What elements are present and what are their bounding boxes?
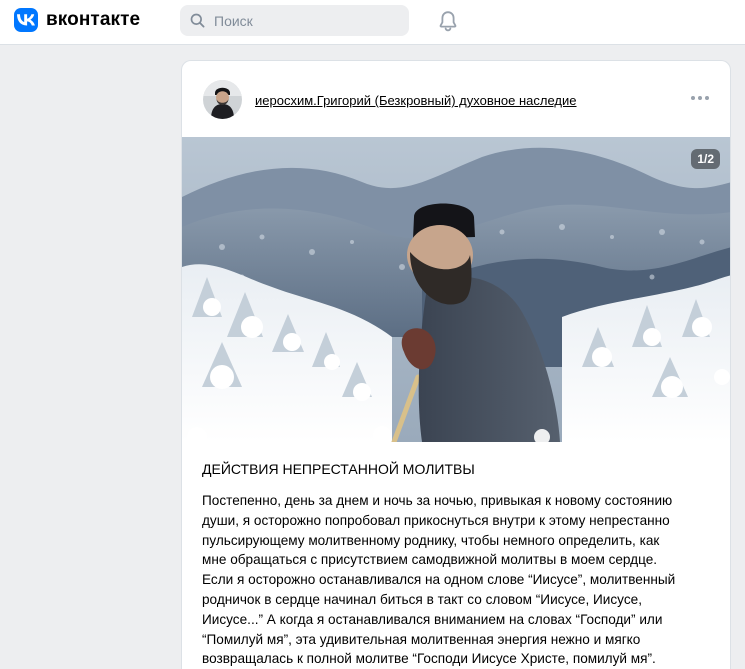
post-text-line: возвращалась к полной молитве “Господи И…: [202, 651, 656, 667]
post-header: иеросхим.Григорий (Безкровный) духовное …: [182, 61, 730, 137]
post-photo[interactable]: 1/2: [182, 137, 730, 442]
post-title: ДЕЙСТВИЯ НЕПРЕСТАННОЙ МОЛИТВЫ: [202, 461, 475, 477]
vk-logo-text: вконтакте: [46, 9, 141, 30]
post-content: ДЕЙСТВИЯ НЕПРЕСТАННОЙ МОЛИТВЫ Постепенно…: [202, 459, 716, 669]
post-author-link[interactable]: иеросхим.Григорий (Безкровный) духовное …: [255, 93, 577, 108]
avatar[interactable]: [203, 80, 242, 119]
vk-logo[interactable]: вконтакте: [14, 8, 140, 32]
post-card: иеросхим.Григорий (Безкровный) духовное …: [181, 60, 731, 669]
post-text-line: “Помилуй мя”, эта удивительная молитвенн…: [202, 631, 641, 647]
bell-icon[interactable]: [436, 9, 460, 33]
post-text-line: мне обращаться с присутствием самодвижно…: [202, 552, 658, 568]
search-input[interactable]: [214, 5, 394, 36]
post-text-line: Постепенно, день за днем и ночь за ночью…: [202, 493, 673, 508]
more-options-icon[interactable]: [690, 91, 710, 105]
post-text: Постепенно, день за днем и ночь за ночью…: [202, 491, 716, 669]
vk-logo-icon: [14, 8, 38, 32]
post-text-line: пульсирующему молитвенному роднику, чтоб…: [202, 532, 660, 548]
photo-counter-badge: 1/2: [691, 149, 720, 169]
post-text-line: Иисусе...” А когда я останавливался вним…: [202, 611, 663, 627]
post-text-line: души, я осторожно попробовал прикоснутьс…: [202, 512, 670, 528]
post-text-line: Если я осторожно останавливался на одном…: [202, 572, 676, 588]
search-box[interactable]: [180, 5, 409, 36]
search-icon: [180, 5, 214, 36]
post-text-line: родничок в сердце начинал биться в такт …: [202, 591, 642, 607]
top-navigation-bar: вконтакте: [0, 0, 745, 45]
